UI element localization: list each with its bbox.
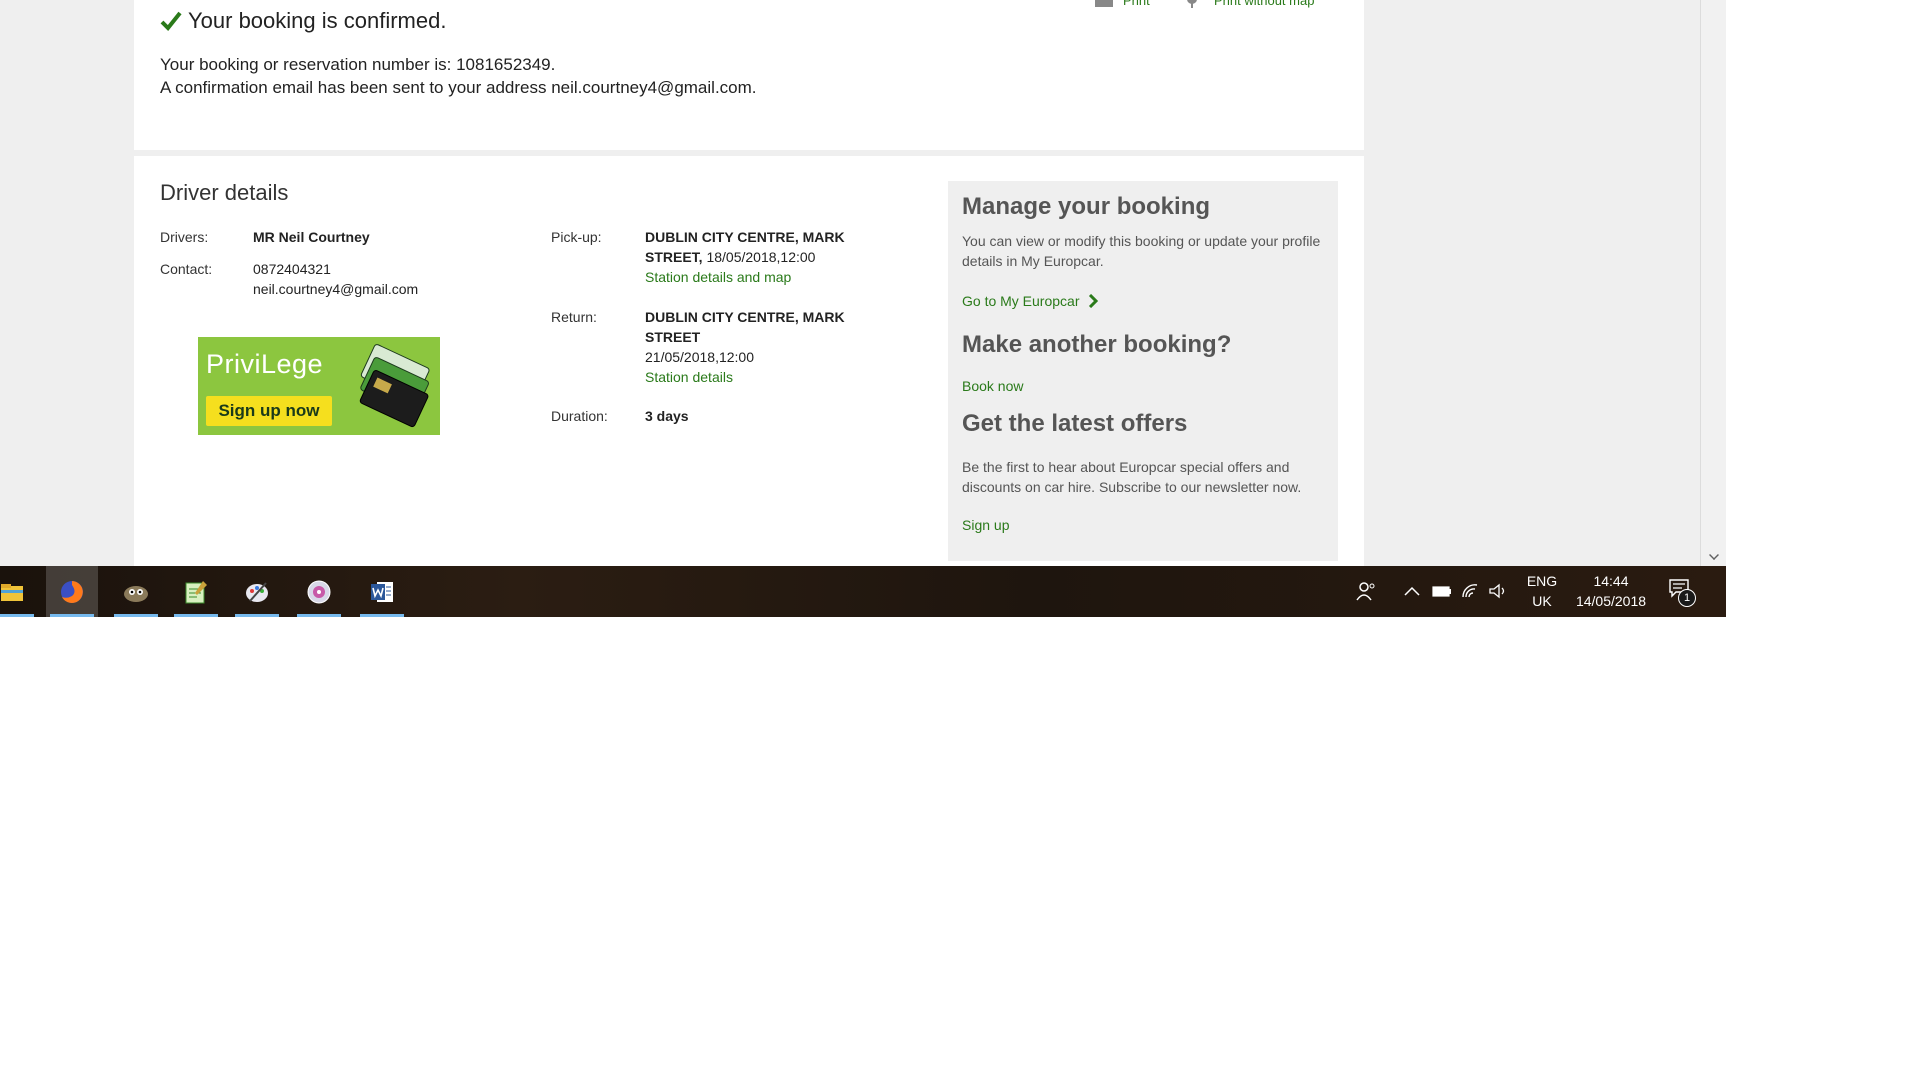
taskbar-paint-tool[interactable] (231, 566, 283, 617)
latest-offers-title: Get the latest offers (962, 410, 1188, 437)
confirmation-heading: Your booking is confirmed. (160, 6, 446, 36)
vertical-scrollbar[interactable] (1700, 0, 1726, 566)
running-indicator (297, 614, 341, 617)
loyalty-cards-icon (359, 344, 430, 428)
confirmation-email-line: A confirmation email has been sent to yo… (160, 78, 757, 97)
taskbar-notepad-plus[interactable] (170, 566, 222, 617)
action-center-button[interactable]: 1 (1668, 578, 1698, 608)
pickup-label: Pick-up: (551, 229, 602, 245)
language-code[interactable]: ENG (1522, 573, 1562, 589)
pickup-location-line-1: DUBLIN CITY CENTRE, MARK (645, 229, 845, 245)
taskbar-gimp[interactable] (110, 566, 162, 617)
print-label: Print (1123, 0, 1150, 8)
chevron-right-icon (1088, 294, 1098, 308)
running-indicator (360, 614, 404, 617)
taskbar-word[interactable] (356, 566, 408, 617)
booking-number-line: Your booking or reservation number is: 1… (160, 55, 556, 74)
drivers-value: MR Neil Courtney (253, 229, 370, 245)
running-indicator (114, 614, 158, 617)
newsletter-signup-link[interactable]: Sign up (962, 517, 1009, 533)
map-pin-icon (1187, 0, 1197, 8)
return-station-details-link[interactable]: Station details (645, 369, 733, 385)
privilege-promo-banner[interactable]: PriviLege Sign up now (198, 337, 440, 435)
pickup-station-details-link[interactable]: Station details and map (645, 269, 791, 285)
print-without-map-label: Print without map (1214, 0, 1315, 8)
promo-signup-button[interactable]: Sign up now (206, 396, 332, 426)
running-indicator (174, 614, 218, 617)
notepad-plus-icon (185, 580, 207, 603)
printer-icon (1095, 0, 1113, 7)
return-datetime: 21/05/2018,12:00 (645, 349, 754, 365)
my-europcar-label: Go to My Europcar (962, 293, 1080, 309)
running-indicator (50, 614, 94, 617)
running-indicator (235, 614, 279, 617)
book-now-link[interactable]: Book now (962, 378, 1023, 394)
firefox-icon (61, 580, 83, 603)
return-label: Return: (551, 309, 597, 325)
drivers-label: Drivers: (160, 229, 209, 245)
pickup-location-street: STREET, (645, 249, 703, 265)
battery-icon[interactable] (1431, 580, 1453, 602)
make-another-booking-title: Make another booking? (962, 331, 1232, 358)
manage-booking-title: Manage your booking (962, 193, 1211, 220)
clock-date[interactable]: 14/05/2018 (1566, 593, 1656, 609)
taskbar-media-app[interactable] (293, 566, 345, 617)
wifi-icon[interactable] (1460, 580, 1482, 602)
latest-offers-text: Be the first to hear about Europcar spec… (962, 459, 1302, 495)
contact-phone: 0872404321 (253, 261, 331, 277)
volume-icon[interactable] (1487, 580, 1509, 602)
browser-viewport: Your booking is confirmed. Print Print w… (0, 0, 1726, 566)
my-europcar-link[interactable]: Go to My Europcar (962, 293, 1098, 309)
manage-booking-text: You can view or modify this booking or u… (962, 233, 1321, 269)
promo-brand: PriviLege (206, 349, 324, 379)
windows-taskbar: ENG UK 14:44 14/05/2018 1 (0, 566, 1726, 617)
palette-icon (246, 581, 268, 602)
taskbar-firefox[interactable] (46, 566, 98, 617)
pickup-datetime: 18/05/2018,12:00 (706, 249, 816, 265)
media-disc-icon (307, 580, 331, 603)
duration-value: 3 days (645, 408, 689, 424)
return-location-line-2: STREET (645, 329, 701, 345)
contact-email: neil.courtney4@gmail.com (253, 281, 419, 297)
contact-label: Contact: (160, 261, 213, 277)
language-region[interactable]: UK (1522, 593, 1562, 609)
checkmark-icon (160, 11, 182, 31)
print-without-map-link[interactable]: Print without map (1184, 0, 1314, 8)
duration-label: Duration: (551, 408, 608, 424)
gimp-icon (124, 585, 148, 602)
people-icon[interactable] (1355, 580, 1377, 602)
chevron-up-icon[interactable] (1401, 580, 1423, 602)
taskbar-file-explorer[interactable] (0, 566, 38, 617)
notification-count-badge: 1 (1678, 589, 1696, 607)
pickup-location-line-2: STREET, 18/05/2018,12:00 (645, 249, 815, 265)
clock-time[interactable]: 14:44 (1566, 573, 1656, 589)
confirmation-text: Your booking is confirmed. (188, 8, 447, 33)
running-indicator (0, 614, 34, 617)
booking-actions-panel: Manage your booking You can view or modi… (948, 181, 1338, 561)
scroll-down-arrow-icon[interactable] (1709, 550, 1719, 560)
return-location-line-1: DUBLIN CITY CENTRE, MARK (645, 309, 845, 325)
word-icon (371, 581, 393, 602)
print-link[interactable]: Print (1093, 0, 1150, 8)
driver-details-title: Driver details (160, 180, 289, 205)
folder-icon (1, 583, 23, 601)
